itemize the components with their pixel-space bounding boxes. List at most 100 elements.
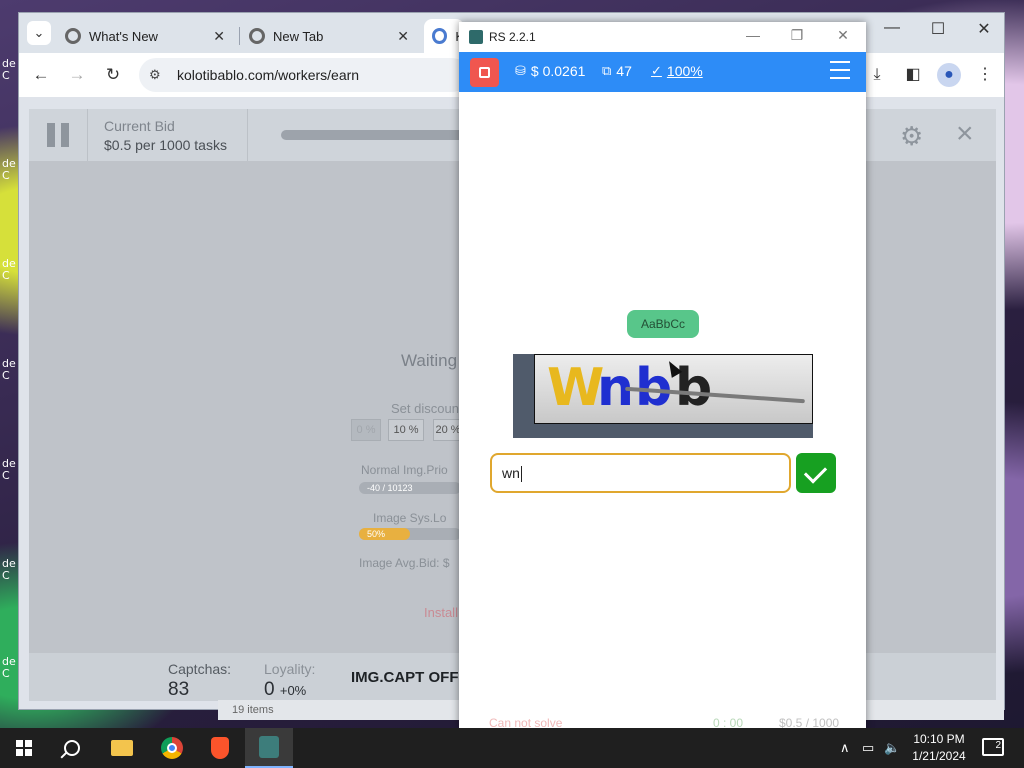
captcha-answer-input[interactable]: wn [490, 453, 791, 493]
menu-kebab-icon[interactable]: ⋮ [973, 63, 997, 87]
close-icon[interactable]: ✕ [828, 27, 858, 44]
discount-option[interactable]: 0 % [351, 419, 381, 441]
download-icon[interactable]: ⤓ [865, 63, 889, 87]
stop-button[interactable] [470, 58, 499, 87]
bar-text: -40 / 10123 [367, 483, 413, 493]
rs-app-icon [469, 30, 483, 44]
tab-whats-new[interactable]: What's New ✕ [65, 19, 235, 53]
normal-img-bar: -40 / 10123 [359, 482, 461, 494]
windows-logo-icon [16, 740, 32, 756]
tab-label: New Tab [273, 28, 324, 44]
notification-icon[interactable]: 2 [982, 738, 1004, 756]
chrome-icon [161, 737, 183, 759]
count-stat: ⧉ 47 [602, 63, 632, 79]
start-button[interactable] [0, 728, 48, 768]
close-icon[interactable]: × [956, 117, 974, 151]
clock[interactable]: 10:10 PM 1/21/2024 [904, 731, 974, 765]
normal-img-label: Normal Img.Prio [361, 463, 448, 477]
discount-label: Set discoun [391, 401, 459, 416]
pause-icon[interactable] [47, 123, 69, 147]
tab-label: What's New [89, 28, 158, 44]
current-bid-value: $0.5 per 1000 tasks [104, 137, 227, 153]
url-text: kolotibablo.com/workers/earn [177, 67, 360, 83]
minimize-icon[interactable]: — [738, 27, 768, 43]
close-window-icon[interactable]: ✕ [961, 19, 1007, 39]
volume-muted-icon[interactable]: 🔈 [884, 740, 900, 756]
bar-text: 50% [367, 529, 386, 539]
install-link[interactable]: Install [424, 605, 458, 620]
status-text: IMG.CAPT OFF [351, 669, 459, 686]
forward-icon[interactable]: → [65, 63, 89, 87]
show-hidden-icons[interactable]: ∧ [840, 740, 850, 756]
tab-new-tab[interactable]: New Tab ✕ [249, 19, 419, 53]
maximize-icon[interactable]: ☐ [915, 19, 961, 39]
waiting-text: Waiting [401, 351, 458, 370]
rs-header-bar: ⛁ $ 0.0261 ⧉ 47 ✓ 100% [459, 52, 866, 92]
back-icon[interactable]: ← [29, 63, 53, 87]
chrome-taskbar-button[interactable] [148, 728, 196, 768]
case-sensitive-badge: AaBbCc [627, 310, 699, 338]
folder-icon [111, 740, 133, 756]
text-caret [520, 466, 522, 483]
accuracy-stat[interactable]: ✓ 100% [651, 63, 703, 79]
loyalty-delta: +0% [279, 683, 307, 698]
balance-stat: ⛁ $ 0.0261 [515, 63, 585, 79]
loyalty-label: Loyality: [264, 661, 316, 677]
address-bar[interactable]: ⚙ kolotibablo.com/workers/earn [139, 58, 469, 92]
minimize-icon[interactable]: — [869, 19, 915, 37]
tab-search-button[interactable]: ⌄ [27, 21, 51, 45]
profile-icon[interactable]: ● [937, 63, 961, 87]
search-button[interactable] [48, 728, 96, 768]
coins-icon: ⛁ [515, 63, 526, 78]
close-tab-icon[interactable]: ✕ [213, 28, 225, 45]
site-info-icon[interactable]: ⚙ [149, 67, 167, 83]
loyalty-value: 0 +0% [264, 679, 306, 701]
divider [87, 109, 88, 161]
brave-taskbar-button[interactable] [196, 728, 244, 768]
check-circle-icon: ✓ [651, 63, 662, 78]
time-text: 10:10 PM [913, 732, 965, 746]
loyalty-number: 0 [264, 679, 275, 700]
date-text: 1/21/2024 [912, 749, 966, 763]
settings-gear-icon[interactable]: ⚙ [900, 121, 923, 152]
restore-icon[interactable]: ❐ [782, 27, 812, 44]
side-panel-icon[interactable]: ◧ [901, 63, 925, 87]
captchas-value: 83 [168, 679, 190, 700]
file-explorer-button[interactable] [98, 728, 146, 768]
reload-icon[interactable]: ↻ [101, 63, 125, 87]
chrome-icon [65, 28, 81, 44]
rs-taskbar-button[interactable] [245, 728, 293, 768]
rs-titlebar: RS 2.2.1 — ❐ ✕ [459, 22, 866, 52]
image-avg-bid-label: Image Avg.Bid: $ [359, 556, 450, 570]
brave-icon [211, 737, 229, 759]
notification-count: 2 [995, 740, 1001, 751]
search-icon [64, 740, 80, 756]
rs-title: RS 2.2.1 [489, 30, 536, 44]
balance-value: $ 0.0261 [530, 63, 586, 79]
tab-kolotibablo[interactable]: K [424, 19, 464, 53]
stop-icon [479, 67, 490, 78]
answer-text: wn [502, 465, 520, 481]
captcha-frame: W n b b [513, 354, 813, 438]
divider [247, 109, 248, 161]
network-icon[interactable]: ▭ [862, 740, 874, 756]
rs-app-icon [259, 736, 279, 758]
tab-divider [239, 27, 240, 45]
current-bid-title: Current Bid [104, 118, 175, 134]
close-tab-icon[interactable]: ✕ [397, 28, 409, 45]
submit-button[interactable] [796, 453, 836, 493]
captchas-label: Captchas: [168, 661, 232, 677]
accuracy-value: 100% [666, 63, 703, 79]
count-value: 47 [616, 63, 632, 79]
hamburger-menu-icon[interactable] [830, 61, 850, 81]
images-icon: ⧉ [602, 63, 612, 78]
discount-option[interactable]: 10 % [388, 419, 424, 441]
rs-window: RS 2.2.1 — ❐ ✕ ⛁ $ 0.0261 ⧉ 47 ✓ 100% Aa… [459, 22, 866, 730]
chrome-icon [249, 28, 265, 44]
taskbar: ∧ ▭ 🔈 10:10 PM 1/21/2024 2 [0, 728, 1024, 768]
site-icon [432, 28, 448, 44]
image-sys-bar: 50% [359, 528, 461, 540]
bid-progress-bar [281, 130, 481, 140]
captcha-glyph: W [547, 358, 605, 418]
image-sys-label: Image Sys.Lo [373, 511, 447, 525]
